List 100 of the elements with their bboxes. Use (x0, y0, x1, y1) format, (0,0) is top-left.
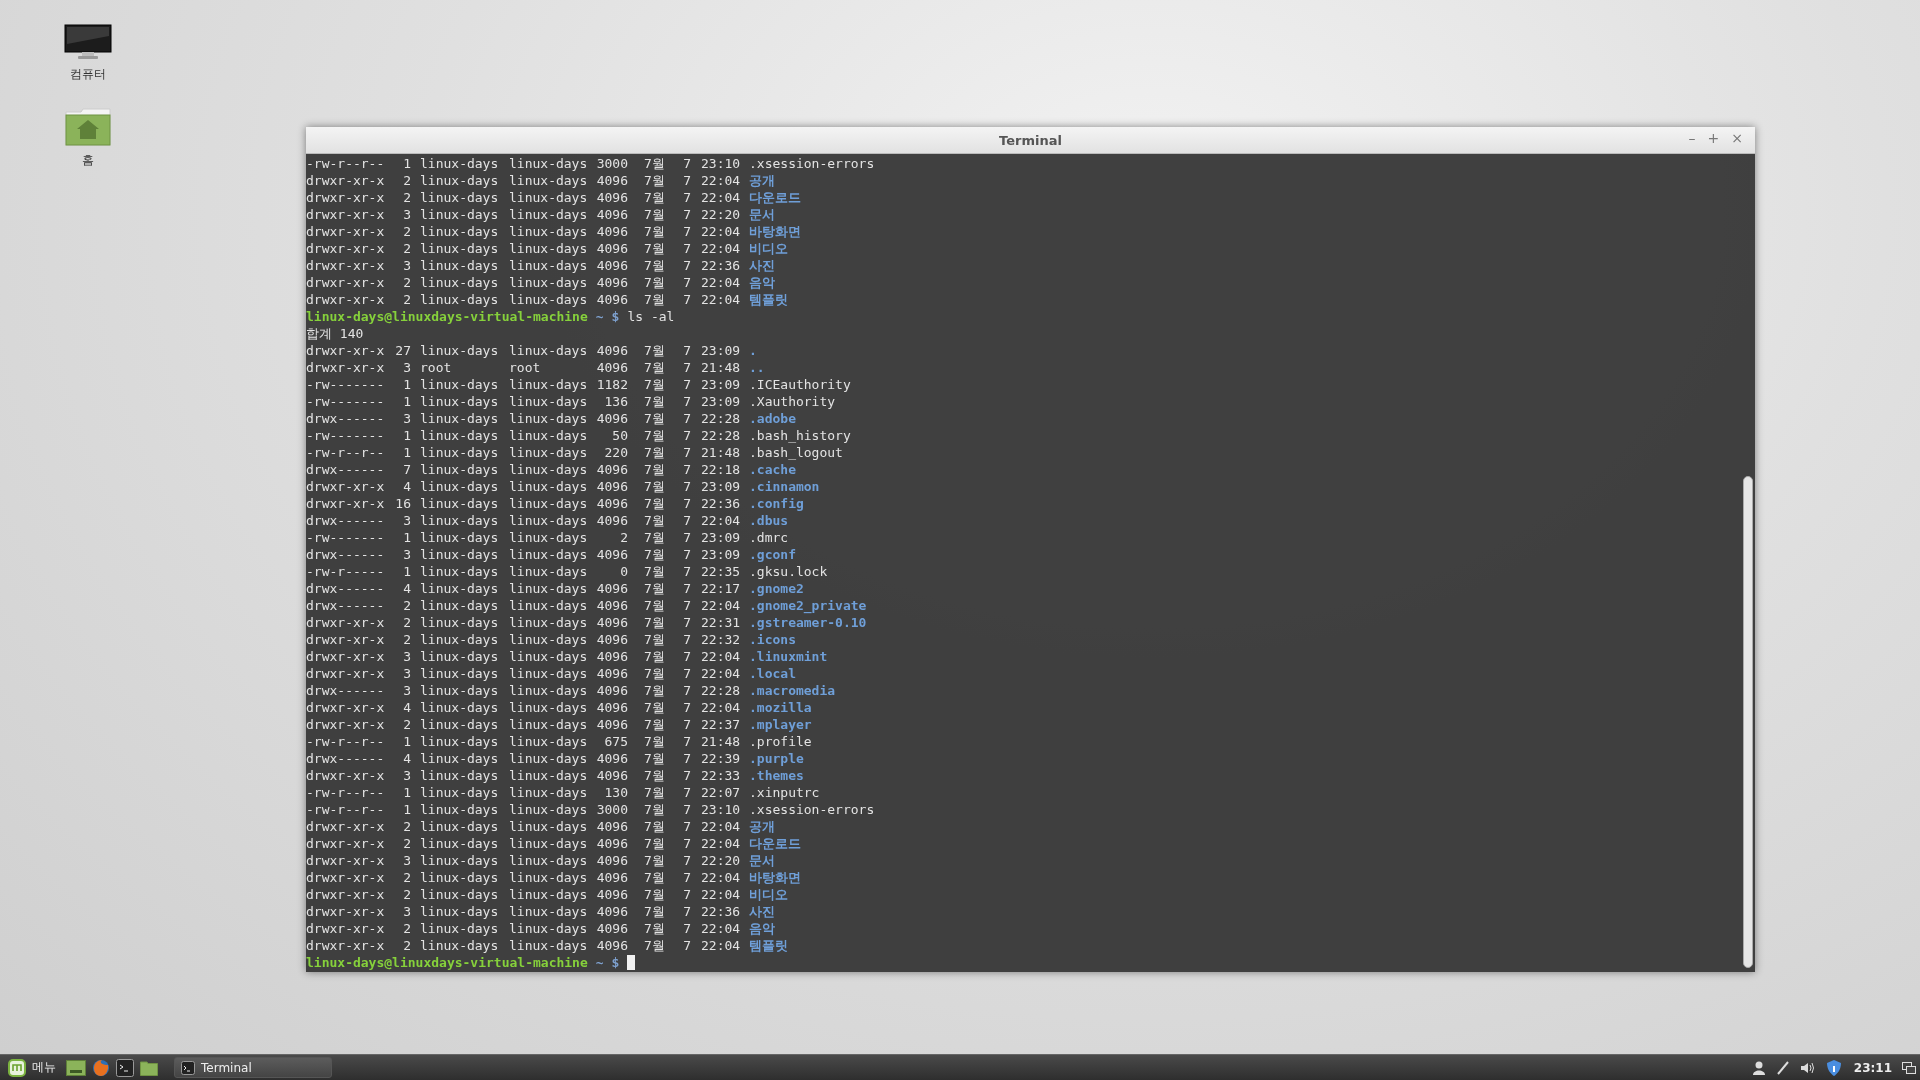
owner-text: linux-days (419, 937, 500, 954)
link-count-text: 1 (402, 784, 411, 801)
file-name-text: 음악 (749, 274, 775, 291)
group-text: linux-days (509, 886, 589, 903)
month-text: 7월 (643, 546, 666, 563)
size-text: 4096 (595, 682, 628, 699)
permissions-text: drwxr-xr-x (306, 852, 386, 869)
user-icon[interactable] (1752, 1060, 1765, 1075)
link-count-text: 1 (402, 733, 411, 750)
file-name-text: .icons (749, 631, 796, 648)
monitor-icon[interactable] (64, 24, 112, 60)
file-name-text: 비디오 (749, 886, 788, 903)
time-text: 22:04 (700, 665, 742, 682)
permissions-text: drwxr-xr-x (306, 172, 386, 189)
month-text: 7월 (643, 291, 666, 308)
file-name-text: 공개 (749, 172, 775, 189)
group-text: linux-days (509, 631, 589, 648)
size-text: 4096 (595, 614, 628, 631)
owner-text: linux-days (419, 461, 500, 478)
month-text: 7월 (643, 478, 666, 495)
day-text: 7 (682, 886, 691, 903)
size-text: 4096 (595, 886, 628, 903)
file-name-text: .Xauthority (749, 393, 836, 410)
volume-icon[interactable] (1800, 1061, 1815, 1074)
scrollbar-thumb[interactable] (1743, 476, 1753, 968)
owner-text: linux-days (419, 903, 500, 920)
file-name-text: .macromedia (749, 682, 836, 699)
file-name-text: 템플릿 (749, 937, 788, 954)
group-text: linux-days (509, 563, 589, 580)
shield-icon[interactable] (1826, 1059, 1841, 1076)
time-text: 23:09 (700, 342, 742, 359)
size-text: 4096 (595, 597, 628, 614)
group-text: linux-days (509, 784, 589, 801)
size-text: 4096 (595, 223, 628, 240)
owner-text: linux-days (419, 478, 500, 495)
pen-icon[interactable] (1776, 1060, 1789, 1075)
menu-button[interactable]: 메뉴 (4, 1058, 60, 1077)
time-text: 22:04 (700, 835, 742, 852)
group-text: linux-days (509, 937, 589, 954)
file-name-text: 공개 (749, 818, 775, 835)
file-name-text: .dbus (749, 512, 789, 529)
month-text: 7월 (643, 495, 666, 512)
group-text: linux-days (509, 750, 589, 767)
window-control-button[interactable]: × (1729, 130, 1745, 146)
day-text: 7 (682, 835, 691, 852)
day-text: 7 (682, 223, 691, 240)
month-text: 7월 (643, 393, 666, 410)
day-text: 7 (682, 767, 691, 784)
size-text: 4096 (595, 937, 628, 954)
permissions-text: -rw-r--r-- (306, 155, 386, 172)
show-desktop-icon[interactable] (66, 1059, 86, 1076)
size-text: 4096 (595, 410, 628, 427)
file-name-text: .bash_history (749, 427, 851, 444)
month-text: 7월 (643, 155, 666, 172)
clock-text[interactable]: 23:11 (1849, 1060, 1896, 1075)
permissions-text: drwx------ (306, 597, 386, 614)
home-folder-icon[interactable] (65, 108, 111, 146)
desktop-icon-label[interactable]: 홈 (82, 152, 94, 169)
link-count-text: 2 (402, 172, 411, 189)
windows-icon[interactable] (1902, 1061, 1916, 1074)
month-text: 7월 (643, 886, 666, 903)
group-text: linux-days (509, 716, 589, 733)
group-text: linux-days (509, 291, 589, 308)
group-text: linux-days (509, 767, 589, 784)
window-control-button[interactable]: + (1705, 130, 1722, 146)
file-name-text: .xinputrc (749, 784, 820, 801)
group-text: linux-days (509, 206, 589, 223)
desktop-icon-label[interactable]: 컴퓨터 (70, 66, 106, 83)
size-text: 4096 (595, 257, 628, 274)
day-text: 7 (682, 206, 691, 223)
terminal-icon[interactable] (116, 1058, 134, 1077)
group-text: linux-days (509, 597, 589, 614)
file-name-text: 사진 (749, 257, 775, 274)
size-text: 4096 (595, 546, 628, 563)
group-text: linux-days (509, 869, 589, 886)
folder-icon[interactable] (140, 1059, 158, 1076)
group-text: linux-days (509, 155, 589, 172)
day-text: 7 (682, 699, 691, 716)
file-name-text: .adobe (749, 410, 796, 427)
month-text: 7월 (643, 682, 666, 699)
file-name-text: 템플릿 (749, 291, 788, 308)
permissions-text: -rw------- (306, 376, 386, 393)
time-text: 22:28 (700, 427, 742, 444)
owner-text: linux-days (419, 563, 500, 580)
permissions-text: -rw-r--r-- (306, 801, 386, 818)
link-count-text: 4 (402, 478, 411, 495)
permissions-text: drwx------ (306, 546, 386, 563)
size-text: 4096 (595, 699, 628, 716)
owner-text: linux-days (419, 750, 500, 767)
month-text: 7월 (643, 665, 666, 682)
taskbar-window-button[interactable]: Terminal (174, 1057, 332, 1078)
month-text: 7월 (643, 580, 666, 597)
day-text: 7 (682, 257, 691, 274)
size-text: 4096 (595, 512, 628, 529)
window-control-button[interactable]: – (1686, 130, 1698, 146)
month-text: 7월 (643, 784, 666, 801)
window-title: Terminal (999, 132, 1062, 148)
globe-fox-icon[interactable] (92, 1058, 110, 1077)
file-name-text: . (749, 342, 757, 359)
permissions-text: -rw------- (306, 529, 386, 546)
